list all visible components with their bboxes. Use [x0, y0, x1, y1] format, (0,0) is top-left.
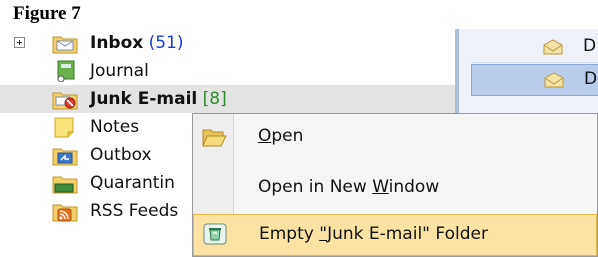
- empty-recycle-icon: [203, 223, 227, 245]
- menu-mnemonic: O: [258, 126, 272, 146]
- folder-item-junk-email[interactable]: Junk E-mail [8]: [0, 85, 455, 113]
- menu-label-part: Junk E-mail" Folder: [327, 224, 488, 244]
- figure-title: Figure 7: [13, 3, 81, 24]
- unread-count-inbox: (51): [148, 33, 184, 53]
- folder-label-quarantine: Quarantin: [90, 173, 175, 193]
- message-row[interactable]: D: [471, 32, 598, 63]
- folder-label-notes: Notes: [90, 117, 140, 137]
- message-sender: D: [583, 36, 597, 56]
- message-sender: D: [584, 69, 598, 89]
- folder-item-journal[interactable]: Journal: [0, 57, 455, 85]
- folder-label-journal: Journal: [90, 61, 149, 81]
- menu-mnemonic: W: [372, 177, 389, 197]
- menu-mnemonic: ": [319, 224, 328, 244]
- menu-label-part: Open in New: [258, 177, 373, 197]
- menu-item-open-in-new-window[interactable]: Open in New Window: [193, 168, 597, 210]
- menu-item-empty-junk-folder[interactable]: Empty "Junk E-mail" Folder: [193, 214, 597, 256]
- folder-label-outbox: Outbox: [90, 145, 152, 165]
- menu-item-open[interactable]: Open: [193, 117, 597, 159]
- journal-icon: [57, 60, 75, 82]
- notes-icon: [54, 117, 74, 138]
- folder-label-junk-email: Junk E-mail: [90, 89, 198, 109]
- menu-label-part: pen: [271, 126, 304, 146]
- menu-label-part: indow: [388, 177, 440, 197]
- folder-item-inbox[interactable]: Inbox (51): [0, 29, 455, 57]
- inbox-folder-icon: [52, 36, 78, 54]
- junk-email-folder-icon: [52, 92, 78, 110]
- outbox-folder-icon: [52, 148, 78, 166]
- quarantine-folder-icon: [52, 176, 78, 194]
- folder-label-inbox: Inbox: [90, 33, 144, 53]
- menu-label-part: Empty: [259, 224, 320, 244]
- rss-feeds-icon: [52, 204, 78, 222]
- expand-plus-icon[interactable]: [14, 37, 25, 48]
- envelope-icon: [544, 72, 564, 88]
- unread-count-junk: [8]: [202, 89, 227, 109]
- folder-label-rss-feeds: RSS Feeds: [90, 201, 179, 221]
- message-row-selected[interactable]: D: [471, 64, 598, 96]
- context-menu: Open Open in New Window Empty "Junk E-ma…: [192, 113, 598, 257]
- open-folder-icon: [202, 129, 227, 147]
- envelope-icon: [543, 39, 563, 55]
